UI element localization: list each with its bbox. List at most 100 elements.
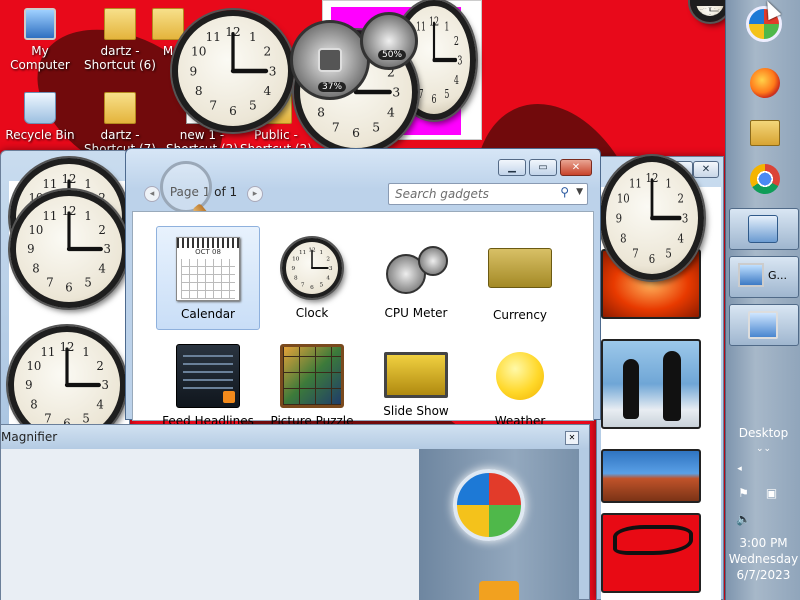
- search-icon[interactable]: ⚲: [560, 185, 569, 199]
- show-hidden-icons-icon[interactable]: ◂: [702, 462, 777, 477]
- cpu-chip-icon: [318, 48, 342, 72]
- svg-text:2: 2: [677, 191, 683, 205]
- clock-face-icon: 121234567891011: [190, 25, 277, 118]
- svg-text:5: 5: [84, 275, 91, 289]
- gadget-currency[interactable]: Currency: [468, 226, 572, 330]
- svg-text:6: 6: [65, 280, 72, 294]
- memory-usage-value: 50%: [378, 50, 407, 60]
- tray-date[interactable]: 6/7/2023: [726, 568, 800, 583]
- gadget-gallery-window[interactable]: ▁ ▭ ✕ ◂ Page 1 of 1 ▸ Search gadgets ⚲ ▼…: [125, 148, 601, 428]
- svg-text:3: 3: [103, 242, 110, 256]
- folder-shortcut-icon: [104, 92, 136, 124]
- svg-text:8: 8: [317, 106, 325, 120]
- clock-gadget[interactable]: 121234567891011: [10, 190, 128, 308]
- tray-day[interactable]: Wednesday: [726, 552, 800, 567]
- chrome-icon: [750, 164, 780, 194]
- restore-button[interactable]: ▭: [529, 159, 557, 176]
- gadgets-taskbar-button[interactable]: [729, 208, 799, 250]
- clock-face-icon: 121234567891011: [616, 171, 689, 266]
- gadget-list: OCT 08 Calendar 121234567891011 Clock CP…: [132, 211, 594, 428]
- svg-text:6: 6: [310, 285, 314, 291]
- desktop-icon-dartz-shortcut-7[interactable]: dartz - Shortcut (7): [80, 92, 160, 150]
- svg-text:11: 11: [42, 209, 57, 223]
- graffiti-photo[interactable]: [601, 513, 701, 593]
- desktop-icon-recycle-bin[interactable]: Recycle Bin: [0, 92, 80, 142]
- penguins-photo[interactable]: [601, 339, 701, 429]
- svg-text:5: 5: [665, 246, 671, 260]
- svg-text:10: 10: [617, 191, 630, 205]
- folder-shortcut-icon: [104, 8, 136, 40]
- svg-text:4: 4: [718, 12, 721, 13]
- svg-text:2: 2: [96, 359, 103, 373]
- network-tray-icon[interactable]: ▣: [734, 486, 800, 501]
- chrome-button[interactable]: [730, 160, 798, 200]
- clock-gadget[interactable]: 121234567891011: [690, 0, 730, 22]
- chevron-down-icon[interactable]: ⌄⌄: [726, 442, 800, 457]
- svg-text:8: 8: [195, 84, 203, 98]
- gadget-clock[interactable]: 121234567891011 Clock: [260, 226, 364, 330]
- svg-text:4: 4: [96, 397, 103, 411]
- svg-text:8: 8: [700, 12, 703, 13]
- tray-time[interactable]: 3:00 PM: [726, 536, 800, 551]
- desert-photo[interactable]: [601, 449, 701, 503]
- svg-text:1: 1: [84, 209, 91, 223]
- svg-text:9: 9: [291, 266, 295, 272]
- svg-text:10: 10: [191, 45, 206, 59]
- svg-text:5: 5: [444, 89, 449, 102]
- show-desktop-label[interactable]: Desktop: [726, 426, 800, 441]
- previous-page-button[interactable]: ◂: [144, 186, 160, 202]
- gadget-slide-show[interactable]: Slide Show: [364, 334, 468, 438]
- close-button[interactable]: ✕: [565, 431, 579, 445]
- network-taskbar-button[interactable]: [729, 304, 799, 346]
- feed-headlines-icon: [176, 344, 240, 408]
- svg-text:10: 10: [27, 359, 42, 373]
- svg-text:7: 7: [704, 14, 707, 15]
- gadget-weather[interactable]: Weather: [468, 334, 572, 438]
- svg-text:5: 5: [249, 99, 257, 113]
- svg-text:1: 1: [714, 7, 717, 8]
- cpu-meter-gadget[interactable]: 37% 50%: [290, 12, 422, 100]
- svg-text:10: 10: [29, 223, 44, 237]
- gadget-cpu-meter[interactable]: CPU Meter: [364, 226, 468, 330]
- gadget-label: Slide Show: [383, 404, 449, 418]
- svg-text:8: 8: [30, 397, 37, 411]
- currency-icon: [488, 248, 552, 288]
- start-orb-icon: [453, 469, 525, 541]
- clock-gadget[interactable]: 121234567891011: [172, 10, 294, 132]
- svg-text:1: 1: [665, 177, 671, 191]
- gadgets-icon: [748, 215, 778, 243]
- clock-gadget[interactable]: 121234567891011: [600, 156, 704, 280]
- volume-muted-icon[interactable]: 🔈: [706, 512, 781, 527]
- calendar-icon: OCT 08: [176, 237, 240, 301]
- clock-icon: 121234567891011: [280, 236, 344, 300]
- recycle-bin-icon: [24, 92, 56, 124]
- next-page-button[interactable]: ▸: [247, 186, 263, 202]
- clock-face-icon: 121234567891011: [291, 247, 332, 291]
- svg-text:6: 6: [649, 252, 655, 266]
- close-button[interactable]: ✕: [560, 159, 592, 176]
- magnifier-lens-icon: [160, 161, 212, 213]
- firefox-icon: [750, 68, 780, 98]
- magnifier-window[interactable]: Magnifier ✕: [0, 424, 590, 600]
- desktop-icon-label: dartz - Shortcut (6): [84, 44, 156, 72]
- svg-text:8: 8: [32, 261, 39, 275]
- svg-text:1: 1: [249, 30, 257, 44]
- svg-text:11: 11: [42, 177, 57, 191]
- svg-text:3: 3: [719, 10, 722, 11]
- picture-puzzle-icon: [280, 344, 344, 408]
- gadget-picture-puzzle[interactable]: Picture Puzzle: [260, 334, 364, 438]
- firefox-button[interactable]: [730, 64, 798, 104]
- svg-text:1: 1: [320, 250, 324, 256]
- file-explorer-button[interactable]: [730, 114, 798, 154]
- desktop-icon-my-computer[interactable]: My Computer: [0, 8, 80, 72]
- gadget-calendar[interactable]: OCT 08 Calendar: [156, 226, 260, 330]
- magnified-view: [419, 449, 579, 600]
- remote-desktop-taskbar-button[interactable]: G...: [729, 256, 799, 298]
- svg-text:4: 4: [387, 106, 395, 120]
- search-gadgets-input[interactable]: Search gadgets ⚲ ▼: [388, 183, 588, 205]
- search-dropdown-icon[interactable]: ▼: [576, 187, 583, 197]
- desktop-icon-label: dartz - Shortcut (7): [84, 128, 156, 150]
- svg-text:2: 2: [326, 257, 330, 263]
- minimize-button[interactable]: ▁: [498, 159, 526, 176]
- gadget-feed-headlines[interactable]: Feed Headlines: [156, 334, 260, 438]
